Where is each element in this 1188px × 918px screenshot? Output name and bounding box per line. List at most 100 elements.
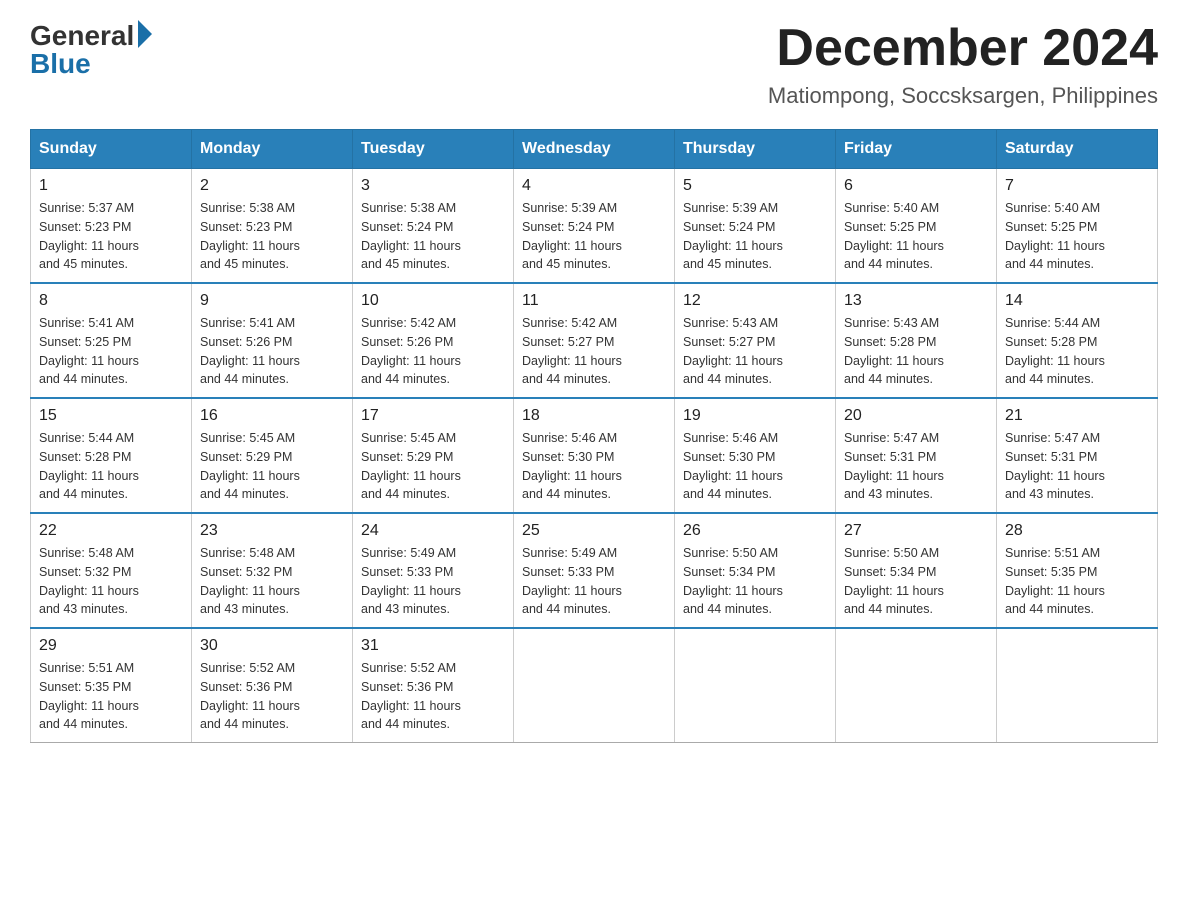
day-number: 15 — [39, 407, 183, 425]
calendar-week-row: 1 Sunrise: 5:37 AM Sunset: 5:23 PM Dayli… — [31, 169, 1158, 284]
day-info: Sunrise: 5:42 AM Sunset: 5:27 PM Dayligh… — [522, 314, 666, 389]
calendar-cell: 23 Sunrise: 5:48 AM Sunset: 5:32 PM Dayl… — [192, 513, 353, 628]
calendar-header-tuesday: Tuesday — [353, 130, 514, 169]
calendar-cell: 4 Sunrise: 5:39 AM Sunset: 5:24 PM Dayli… — [514, 169, 675, 284]
calendar-header-friday: Friday — [836, 130, 997, 169]
day-number: 4 — [522, 177, 666, 195]
day-info: Sunrise: 5:47 AM Sunset: 5:31 PM Dayligh… — [1005, 429, 1149, 504]
day-info: Sunrise: 5:37 AM Sunset: 5:23 PM Dayligh… — [39, 199, 183, 274]
location-title: Matiompong, Soccsksargen, Philippines — [768, 83, 1158, 109]
day-number: 22 — [39, 522, 183, 540]
calendar-cell: 6 Sunrise: 5:40 AM Sunset: 5:25 PM Dayli… — [836, 169, 997, 284]
calendar-header-row: SundayMondayTuesdayWednesdayThursdayFrid… — [31, 130, 1158, 169]
calendar-header-thursday: Thursday — [675, 130, 836, 169]
day-number: 16 — [200, 407, 344, 425]
calendar-cell — [675, 628, 836, 743]
calendar-cell: 5 Sunrise: 5:39 AM Sunset: 5:24 PM Dayli… — [675, 169, 836, 284]
day-number: 23 — [200, 522, 344, 540]
day-number: 19 — [683, 407, 827, 425]
day-number: 14 — [1005, 292, 1149, 310]
day-info: Sunrise: 5:41 AM Sunset: 5:26 PM Dayligh… — [200, 314, 344, 389]
calendar-cell: 3 Sunrise: 5:38 AM Sunset: 5:24 PM Dayli… — [353, 169, 514, 284]
month-title: December 2024 — [768, 20, 1158, 77]
day-info: Sunrise: 5:38 AM Sunset: 5:24 PM Dayligh… — [361, 199, 505, 274]
day-number: 10 — [361, 292, 505, 310]
day-info: Sunrise: 5:40 AM Sunset: 5:25 PM Dayligh… — [1005, 199, 1149, 274]
day-info: Sunrise: 5:52 AM Sunset: 5:36 PM Dayligh… — [200, 659, 344, 734]
calendar-cell: 7 Sunrise: 5:40 AM Sunset: 5:25 PM Dayli… — [997, 169, 1158, 284]
day-info: Sunrise: 5:50 AM Sunset: 5:34 PM Dayligh… — [844, 544, 988, 619]
page-header: General Blue December 2024 Matiompong, S… — [30, 20, 1158, 109]
day-number: 24 — [361, 522, 505, 540]
day-info: Sunrise: 5:46 AM Sunset: 5:30 PM Dayligh… — [683, 429, 827, 504]
day-info: Sunrise: 5:42 AM Sunset: 5:26 PM Dayligh… — [361, 314, 505, 389]
calendar-cell: 9 Sunrise: 5:41 AM Sunset: 5:26 PM Dayli… — [192, 283, 353, 398]
calendar-cell: 20 Sunrise: 5:47 AM Sunset: 5:31 PM Dayl… — [836, 398, 997, 513]
calendar-header-monday: Monday — [192, 130, 353, 169]
day-info: Sunrise: 5:44 AM Sunset: 5:28 PM Dayligh… — [39, 429, 183, 504]
day-info: Sunrise: 5:39 AM Sunset: 5:24 PM Dayligh… — [683, 199, 827, 274]
calendar-week-row: 22 Sunrise: 5:48 AM Sunset: 5:32 PM Dayl… — [31, 513, 1158, 628]
day-info: Sunrise: 5:41 AM Sunset: 5:25 PM Dayligh… — [39, 314, 183, 389]
calendar-cell: 2 Sunrise: 5:38 AM Sunset: 5:23 PM Dayli… — [192, 169, 353, 284]
day-number: 17 — [361, 407, 505, 425]
calendar-cell — [997, 628, 1158, 743]
day-number: 13 — [844, 292, 988, 310]
day-number: 1 — [39, 177, 183, 195]
day-info: Sunrise: 5:38 AM Sunset: 5:23 PM Dayligh… — [200, 199, 344, 274]
day-info: Sunrise: 5:49 AM Sunset: 5:33 PM Dayligh… — [522, 544, 666, 619]
day-info: Sunrise: 5:43 AM Sunset: 5:28 PM Dayligh… — [844, 314, 988, 389]
calendar-cell: 25 Sunrise: 5:49 AM Sunset: 5:33 PM Dayl… — [514, 513, 675, 628]
calendar-cell: 19 Sunrise: 5:46 AM Sunset: 5:30 PM Dayl… — [675, 398, 836, 513]
calendar-cell — [836, 628, 997, 743]
day-info: Sunrise: 5:47 AM Sunset: 5:31 PM Dayligh… — [844, 429, 988, 504]
logo-blue-text: Blue — [30, 48, 91, 80]
calendar-cell: 29 Sunrise: 5:51 AM Sunset: 5:35 PM Dayl… — [31, 628, 192, 743]
calendar-cell: 1 Sunrise: 5:37 AM Sunset: 5:23 PM Dayli… — [31, 169, 192, 284]
day-number: 18 — [522, 407, 666, 425]
day-number: 30 — [200, 637, 344, 655]
day-number: 9 — [200, 292, 344, 310]
day-info: Sunrise: 5:39 AM Sunset: 5:24 PM Dayligh… — [522, 199, 666, 274]
calendar-cell: 22 Sunrise: 5:48 AM Sunset: 5:32 PM Dayl… — [31, 513, 192, 628]
day-number: 3 — [361, 177, 505, 195]
day-info: Sunrise: 5:45 AM Sunset: 5:29 PM Dayligh… — [361, 429, 505, 504]
day-number: 27 — [844, 522, 988, 540]
day-info: Sunrise: 5:51 AM Sunset: 5:35 PM Dayligh… — [1005, 544, 1149, 619]
day-number: 21 — [1005, 407, 1149, 425]
day-number: 11 — [522, 292, 666, 310]
calendar-cell: 11 Sunrise: 5:42 AM Sunset: 5:27 PM Dayl… — [514, 283, 675, 398]
day-info: Sunrise: 5:48 AM Sunset: 5:32 PM Dayligh… — [200, 544, 344, 619]
calendar-week-row: 15 Sunrise: 5:44 AM Sunset: 5:28 PM Dayl… — [31, 398, 1158, 513]
calendar-cell: 12 Sunrise: 5:43 AM Sunset: 5:27 PM Dayl… — [675, 283, 836, 398]
calendar-cell: 30 Sunrise: 5:52 AM Sunset: 5:36 PM Dayl… — [192, 628, 353, 743]
day-info: Sunrise: 5:51 AM Sunset: 5:35 PM Dayligh… — [39, 659, 183, 734]
calendar-week-row: 29 Sunrise: 5:51 AM Sunset: 5:35 PM Dayl… — [31, 628, 1158, 743]
day-info: Sunrise: 5:43 AM Sunset: 5:27 PM Dayligh… — [683, 314, 827, 389]
day-number: 20 — [844, 407, 988, 425]
calendar-cell: 8 Sunrise: 5:41 AM Sunset: 5:25 PM Dayli… — [31, 283, 192, 398]
day-number: 12 — [683, 292, 827, 310]
day-number: 25 — [522, 522, 666, 540]
day-number: 31 — [361, 637, 505, 655]
logo: General Blue — [30, 20, 152, 80]
calendar-cell: 27 Sunrise: 5:50 AM Sunset: 5:34 PM Dayl… — [836, 513, 997, 628]
day-info: Sunrise: 5:45 AM Sunset: 5:29 PM Dayligh… — [200, 429, 344, 504]
calendar-cell: 17 Sunrise: 5:45 AM Sunset: 5:29 PM Dayl… — [353, 398, 514, 513]
calendar-cell — [514, 628, 675, 743]
calendar-cell: 18 Sunrise: 5:46 AM Sunset: 5:30 PM Dayl… — [514, 398, 675, 513]
day-info: Sunrise: 5:44 AM Sunset: 5:28 PM Dayligh… — [1005, 314, 1149, 389]
calendar-header-wednesday: Wednesday — [514, 130, 675, 169]
day-number: 5 — [683, 177, 827, 195]
day-number: 7 — [1005, 177, 1149, 195]
day-number: 2 — [200, 177, 344, 195]
day-number: 29 — [39, 637, 183, 655]
day-number: 28 — [1005, 522, 1149, 540]
day-info: Sunrise: 5:46 AM Sunset: 5:30 PM Dayligh… — [522, 429, 666, 504]
calendar-cell: 14 Sunrise: 5:44 AM Sunset: 5:28 PM Dayl… — [997, 283, 1158, 398]
calendar-cell: 24 Sunrise: 5:49 AM Sunset: 5:33 PM Dayl… — [353, 513, 514, 628]
logo-triangle-icon — [138, 20, 152, 48]
title-section: December 2024 Matiompong, Soccsksargen, … — [768, 20, 1158, 109]
calendar-header-sunday: Sunday — [31, 130, 192, 169]
day-number: 8 — [39, 292, 183, 310]
